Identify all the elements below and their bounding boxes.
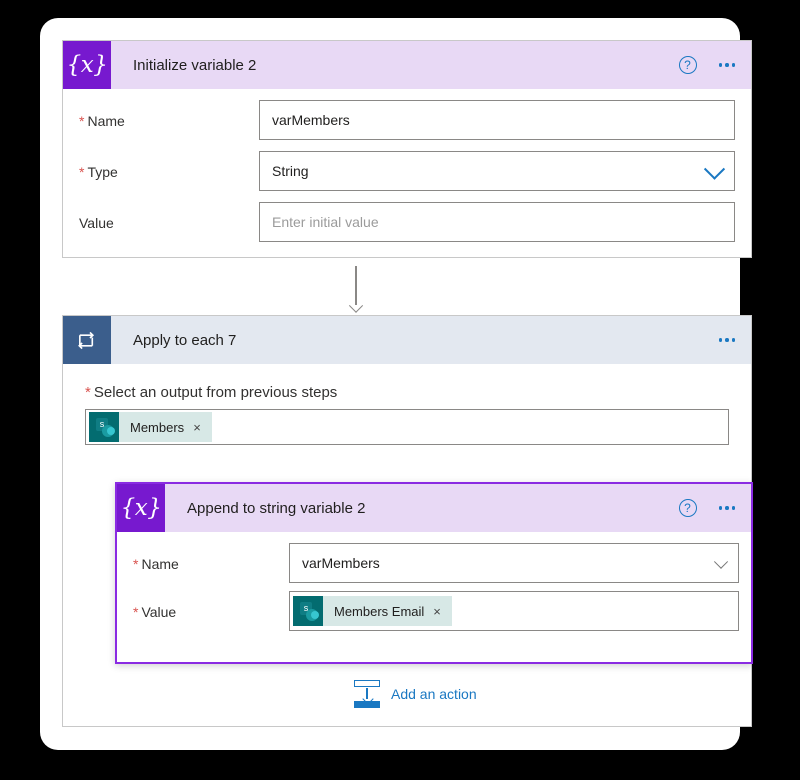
- required-asterisk: *: [133, 604, 139, 620]
- card-body-initialize-variable: * Name varMembers * Type String Value En…: [63, 100, 751, 242]
- required-asterisk: *: [133, 556, 139, 572]
- designer-canvas: {x} Initialize variable 2 ? * Name varMe…: [40, 18, 753, 750]
- value-input-placeholder: Enter initial value: [272, 214, 379, 230]
- card-header-actions-append-to-string: ?: [678, 484, 738, 532]
- value-input[interactable]: Enter initial value: [259, 202, 735, 242]
- card-title-apply-to-each: Apply to each 7: [133, 331, 237, 349]
- required-asterisk: *: [79, 164, 85, 180]
- name-input-value: varMembers: [272, 112, 350, 128]
- output-token-input[interactable]: s Members ×: [85, 409, 729, 445]
- name-input[interactable]: varMembers: [259, 100, 735, 140]
- more-options-icon[interactable]: [717, 500, 738, 516]
- card-title-append-to-string: Append to string variable 2: [187, 499, 366, 517]
- field-row-append-name: * Name varMembers: [117, 543, 751, 583]
- field-label-value-text: Value: [79, 215, 114, 231]
- card-body-append-to-string: * Name varMembers * Value s Members Emai…: [117, 543, 751, 631]
- output-field-label-text: Select an output from previous steps: [93, 384, 338, 401]
- loop-repeat-icon: [63, 316, 111, 364]
- token-label: Members: [130, 419, 185, 435]
- add-action-label: Add an action: [391, 686, 477, 702]
- append-value-input[interactable]: s Members Email ×: [289, 591, 739, 631]
- field-row-name: * Name varMembers: [63, 100, 751, 140]
- add-action-insert-icon: [354, 680, 380, 708]
- token-members[interactable]: s Members ×: [89, 412, 212, 442]
- variables-braces-glyph: {x}: [66, 51, 108, 78]
- field-label-value: Value: [79, 202, 114, 231]
- type-dropdown-value: String: [272, 163, 309, 179]
- token-remove-icon[interactable]: ×: [193, 421, 212, 434]
- append-name-dropdown[interactable]: varMembers: [289, 543, 739, 583]
- card-header-append-to-string[interactable]: {x} Append to string variable 2 ?: [117, 484, 751, 532]
- field-row-type: * Type String: [63, 151, 751, 191]
- required-asterisk: *: [79, 113, 85, 129]
- add-action-button[interactable]: Add an action: [354, 680, 477, 708]
- help-icon[interactable]: ?: [678, 56, 697, 74]
- field-label-type-text: Type: [87, 164, 118, 180]
- more-options-icon[interactable]: [717, 57, 738, 73]
- chevron-down-icon: [703, 158, 726, 180]
- flow-connector-arrow: [348, 266, 364, 315]
- card-apply-to-each[interactable]: Apply to each 7 * Select an output from p…: [62, 315, 753, 727]
- token-remove-icon[interactable]: ×: [433, 605, 452, 618]
- card-body-apply-to-each: * Select an output from previous steps s …: [63, 364, 753, 708]
- field-label-name: * Name: [79, 100, 125, 129]
- field-label-append-name-text: Name: [141, 556, 179, 572]
- field-label-append-value: * Value: [133, 591, 176, 620]
- token-label: Members Email: [334, 603, 425, 619]
- type-dropdown[interactable]: String: [259, 151, 735, 191]
- card-title-initialize-variable: Initialize variable 2: [133, 56, 257, 74]
- card-initialize-variable[interactable]: {x} Initialize variable 2 ? * Name varMe…: [62, 40, 752, 258]
- flow-designer-root: {x} Initialize variable 2 ? * Name varMe…: [0, 0, 800, 780]
- loop-repeat-glyph: [77, 331, 94, 349]
- field-label-name-text: Name: [87, 113, 125, 129]
- chevron-down-icon: [713, 554, 729, 569]
- variables-braces-icon: {x}: [63, 41, 111, 89]
- card-append-to-string[interactable]: {x} Append to string variable 2 ? * Name…: [115, 482, 753, 664]
- field-label-append-name: * Name: [133, 543, 179, 572]
- sharepoint-icon: s: [89, 412, 119, 442]
- append-name-value: varMembers: [302, 555, 380, 571]
- sharepoint-icon: s: [293, 596, 323, 626]
- variables-braces-glyph: {x}: [120, 494, 162, 521]
- more-options-icon[interactable]: [717, 332, 738, 348]
- help-icon[interactable]: ?: [678, 499, 697, 517]
- field-label-type: * Type: [79, 151, 118, 180]
- field-row-append-value: * Value s Members Email ×: [117, 591, 751, 631]
- token-members-email[interactable]: s Members Email ×: [293, 596, 452, 626]
- card-header-initialize-variable[interactable]: {x} Initialize variable 2 ?: [63, 41, 751, 89]
- variables-braces-icon: {x}: [117, 484, 165, 532]
- card-header-actions-apply-to-each: [717, 316, 738, 364]
- field-row-value: Value Enter initial value: [63, 202, 751, 242]
- card-header-actions-initialize-variable: ?: [678, 41, 738, 89]
- field-label-append-value-text: Value: [141, 604, 177, 620]
- output-field-label: * Select an output from previous steps: [63, 364, 751, 409]
- required-asterisk: *: [85, 384, 91, 401]
- card-header-apply-to-each[interactable]: Apply to each 7: [63, 316, 751, 364]
